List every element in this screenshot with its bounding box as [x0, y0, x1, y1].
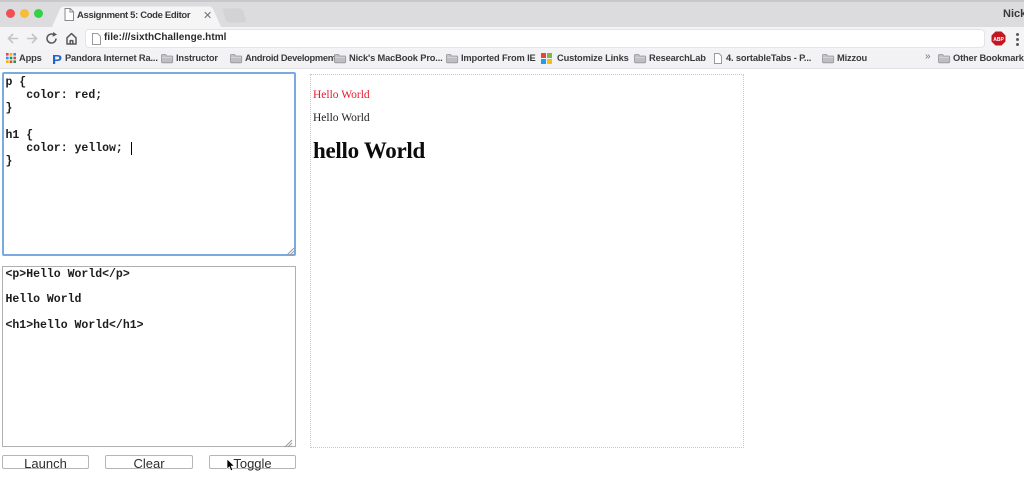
svg-text:ABP: ABP [993, 37, 1004, 43]
